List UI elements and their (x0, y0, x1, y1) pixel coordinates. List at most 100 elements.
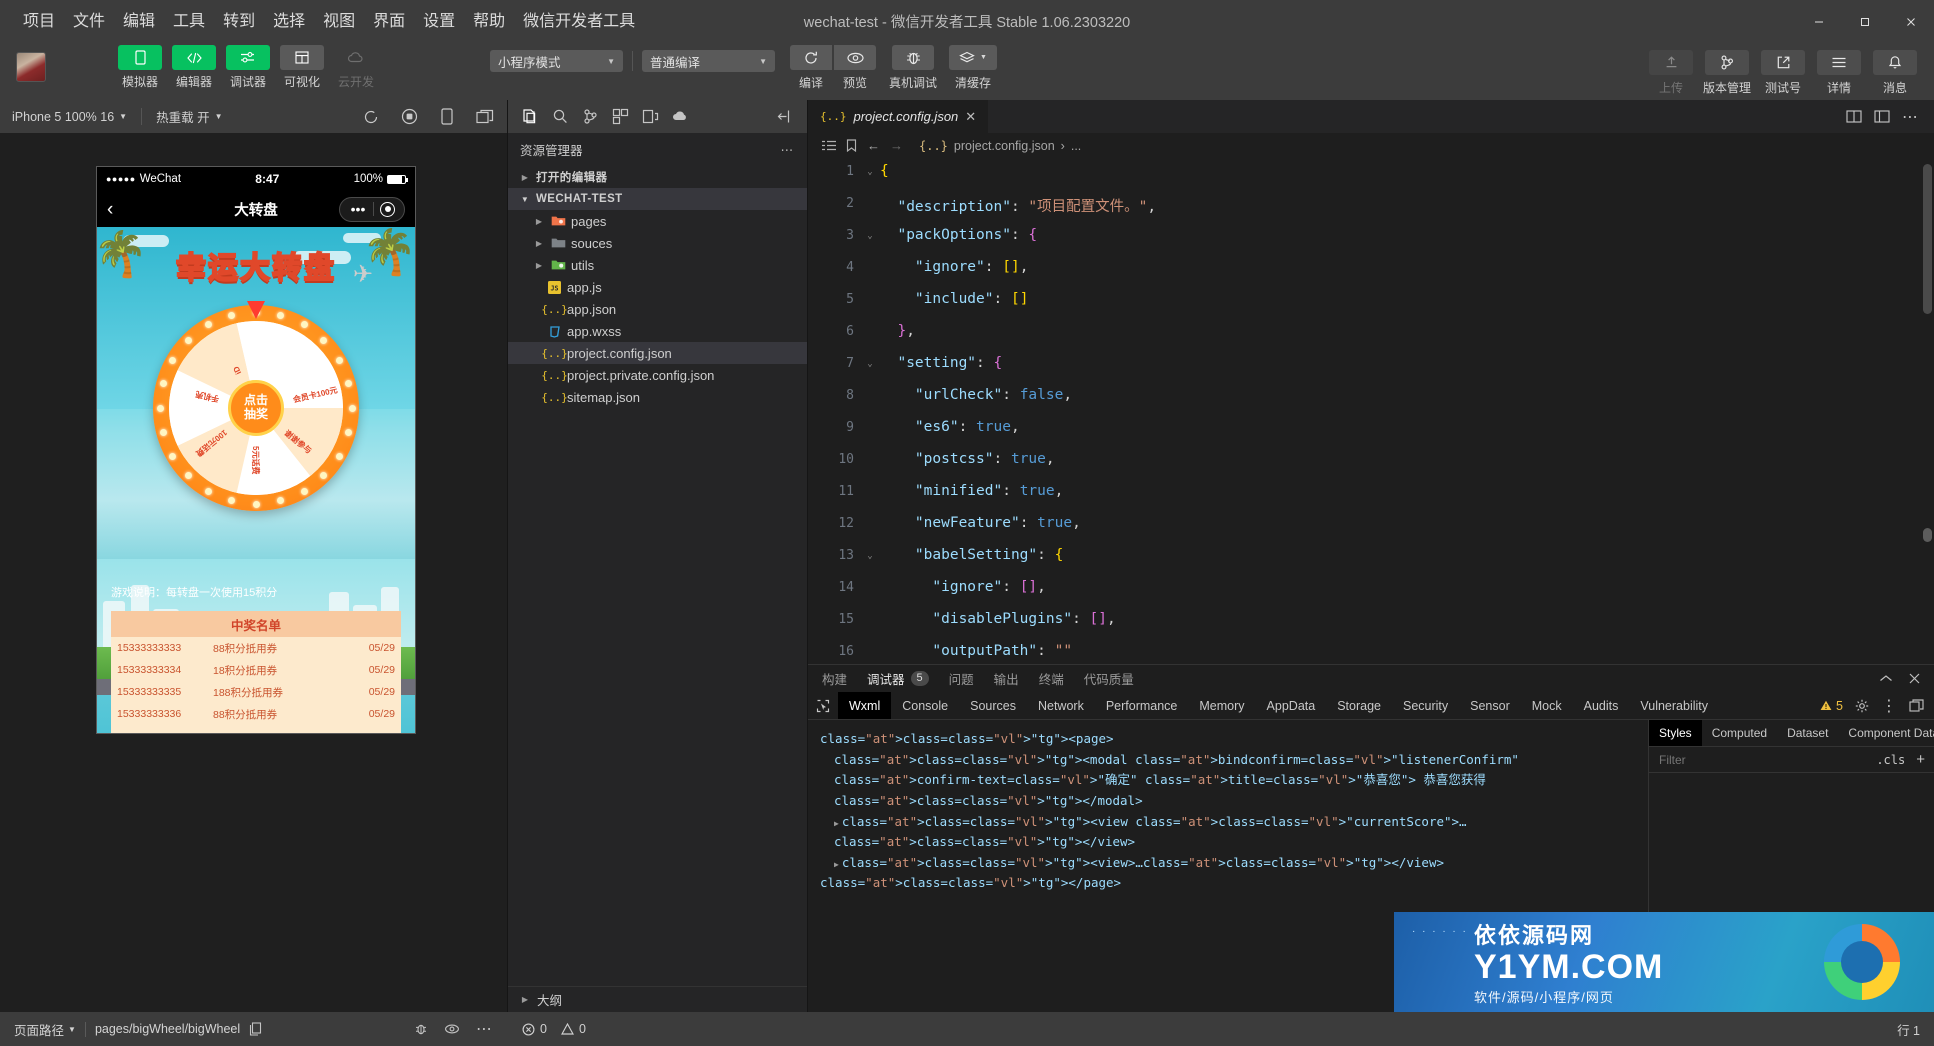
remote-debug-button[interactable]: 真机调试 (889, 45, 937, 91)
tree-item-utils[interactable]: ▶ utils (508, 254, 807, 276)
devtools-tab-mock[interactable]: Mock (1521, 692, 1573, 719)
code-line[interactable]: 3 ⌄ "packOptions": { (808, 222, 1934, 254)
devtools-tab-vulnerability[interactable]: Vulnerability (1629, 692, 1719, 719)
devtools-tab-wxml[interactable]: Wxml (838, 692, 892, 719)
close-button[interactable] (1888, 0, 1934, 43)
app-mode-select[interactable]: 小程序模式 ▼ (490, 50, 623, 72)
error-count-badge[interactable]: 0 (522, 1022, 547, 1036)
compile-mode-select[interactable]: 普通编译 ▼ (642, 50, 775, 72)
upload-button[interactable]: 上传 (1646, 50, 1696, 96)
devtools-tab-sensor[interactable]: Sensor (1459, 692, 1521, 719)
tree-item-app-json[interactable]: {..} app.json (508, 298, 807, 320)
close-circle-icon[interactable] (380, 201, 395, 217)
tree-item-sitemap-json[interactable]: {..} sitemap.json (508, 386, 807, 408)
tab-problems[interactable]: 问题 (949, 669, 974, 688)
menu-item-ui[interactable]: 界面 (364, 8, 414, 35)
tree-item-pages[interactable]: ▶ pages (508, 210, 807, 232)
list-icon[interactable] (822, 140, 836, 152)
extensions-icon[interactable] (606, 103, 634, 131)
menu-item-edit[interactable]: 编辑 (114, 8, 164, 35)
warning-badge[interactable]: 5 (1820, 699, 1843, 713)
compile-button[interactable]: 编译 (789, 45, 833, 91)
code-line[interactable]: 2 "description": "项目配置文件。", (808, 190, 1934, 222)
wxml-node[interactable]: class="at">class=class="vl">"tg"><modal … (820, 750, 1636, 812)
toggle-class-button[interactable]: .cls (1868, 753, 1913, 767)
tree-item-project-config-json[interactable]: {..} project.config.json (508, 342, 807, 364)
close-panel-button[interactable] (1909, 673, 1920, 684)
code-line[interactable]: 7 ⌄ "setting": { (808, 350, 1934, 382)
split-editor-button[interactable] (1846, 109, 1862, 124)
clear-cache-button[interactable]: ▼ 清缓存 (949, 45, 998, 91)
code-editor[interactable]: 1 ⌄{2 "description": "项目配置文件。", 3 ⌄ "packOp… (808, 158, 1934, 664)
status-more-button[interactable]: ⋯ (476, 1019, 494, 1039)
breadcrumb-file[interactable]: project.config.json (954, 139, 1055, 153)
devtools-settings-button[interactable] (1855, 699, 1869, 713)
source-control-icon[interactable] (576, 103, 604, 131)
warning-count-badge[interactable]: 0 (560, 1022, 586, 1036)
breadcrumb-path[interactable]: {..} project.config.json › ... (919, 139, 1081, 153)
styles-tab-component-data[interactable]: Component Data (1838, 720, 1934, 746)
tree-item-app-wxss[interactable]: app.wxss (508, 320, 807, 342)
code-line[interactable]: 8 "urlCheck": false, (808, 382, 1934, 414)
code-line[interactable]: 11 "minified": true, (808, 478, 1934, 510)
details-button[interactable]: 详情 (1814, 50, 1864, 96)
debug-icon[interactable] (636, 103, 664, 131)
menu-item-file[interactable]: 文件 (64, 8, 114, 35)
devtools-more-button[interactable]: ⋮ (1881, 696, 1897, 716)
chevron-right-icon[interactable]: ▶ (834, 819, 839, 828)
cursor-position[interactable]: 行 1 (1897, 1020, 1920, 1039)
layout-editor-button[interactable] (1874, 109, 1890, 124)
menu-item-tools[interactable]: 工具 (164, 8, 214, 35)
more-icon[interactable]: ••• (343, 202, 373, 216)
devtools-tab-sources[interactable]: Sources (959, 692, 1027, 719)
code-line[interactable]: 6 }, (808, 318, 1934, 350)
breadcrumb-rest[interactable]: ... (1071, 139, 1081, 153)
tab-code-quality[interactable]: 代码质量 (1084, 669, 1134, 688)
menu-item-view[interactable]: 视图 (314, 8, 364, 35)
styles-tab-dataset[interactable]: Dataset (1777, 720, 1838, 746)
styles-tab-styles[interactable]: Styles (1649, 720, 1702, 746)
detach-simulator-button[interactable] (475, 107, 495, 127)
forward-arrow-icon[interactable]: → (890, 138, 903, 153)
devtools-tab-network[interactable]: Network (1027, 692, 1095, 719)
debug-bug-button[interactable] (414, 1022, 428, 1036)
editor-tab-project-config-json[interactable]: {..} project.config.json ✕ (808, 100, 990, 133)
editor-scrollbar[interactable] (1920, 158, 1934, 664)
code-line[interactable]: 5 "include": [] (808, 286, 1934, 318)
wxml-node[interactable]: ▶ class="at">class=class="vl">"tg"><view … (820, 812, 1636, 853)
close-icon[interactable]: ✕ (965, 109, 976, 125)
chevron-right-icon[interactable]: ▶ (834, 860, 839, 869)
devtools-tab-audits[interactable]: Audits (1573, 692, 1630, 719)
files-icon[interactable] (516, 103, 544, 131)
page-path-select[interactable]: 页面路径 ▼ (14, 1020, 76, 1039)
record-button[interactable] (399, 107, 419, 127)
menu-item-settings[interactable]: 设置 (414, 8, 464, 35)
tree-item-app-js[interactable]: JS app.js (508, 276, 807, 298)
code-line[interactable]: 15 "disablePlugins": [], (808, 606, 1934, 638)
refresh-simulator-button[interactable] (361, 107, 381, 127)
minimize-button[interactable] (1796, 0, 1842, 43)
code-line[interactable]: 1 ⌄{ (808, 158, 1934, 190)
devtools-dock-button[interactable] (1909, 699, 1924, 712)
nav-capsule[interactable]: ••• (339, 196, 405, 222)
outline-section[interactable]: ▶ 大纲 (508, 986, 807, 1012)
toggle-debugger[interactable]: 调试器 (224, 45, 272, 90)
editor-more-button[interactable]: ⋯ (1902, 107, 1920, 127)
code-line[interactable]: 14 "ignore": [], (808, 574, 1934, 606)
preview-eye-button[interactable] (444, 1023, 460, 1035)
styles-tab-computed[interactable]: Computed (1702, 720, 1777, 746)
tree-item-project-private-config-json[interactable]: {..} project.private.config.json (508, 364, 807, 386)
avatar[interactable] (16, 52, 46, 82)
devtools-tab-memory[interactable]: Memory (1188, 692, 1255, 719)
code-line[interactable]: 12 "newFeature": true, (808, 510, 1934, 542)
wxml-node[interactable]: class="at">class=class="vl">"tg"><page> (820, 729, 1636, 750)
devtools-tab-console[interactable]: Console (891, 692, 959, 719)
toggle-cloud[interactable]: 云开发 (332, 45, 380, 90)
rotate-device-button[interactable] (437, 107, 457, 127)
new-style-rule-button[interactable]: + (1913, 751, 1934, 768)
scrollbar-thumb[interactable] (1923, 164, 1932, 314)
maximize-button[interactable] (1842, 0, 1888, 43)
spin-button[interactable]: 点击 抽奖 (228, 380, 284, 436)
collapse-icon[interactable] (771, 103, 799, 131)
fold-chevron-icon[interactable]: ⌄ (860, 158, 880, 177)
